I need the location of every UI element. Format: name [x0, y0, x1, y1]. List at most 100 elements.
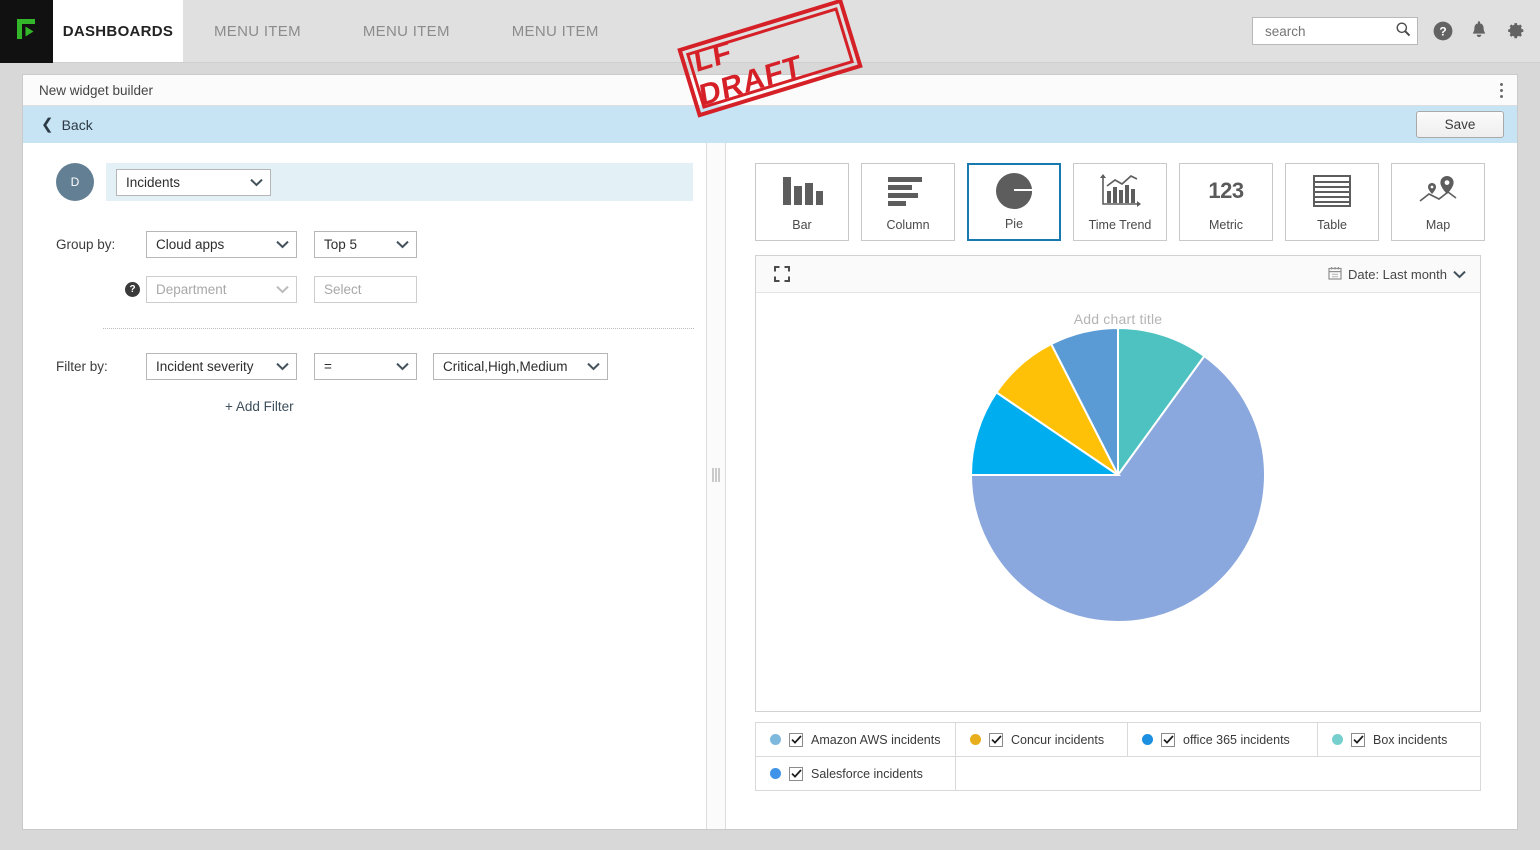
secondary-dimension-select[interactable]: Department [146, 276, 297, 303]
data-source-strip: Incidents [106, 163, 693, 201]
legend-row: Salesforce incidents [756, 757, 1480, 790]
legend-item-box[interactable]: Box incidents [1318, 723, 1480, 756]
table-icon [1312, 164, 1352, 218]
group-by-limit-select[interactable]: Top 5 [314, 231, 417, 258]
chart-type-column[interactable]: Column [861, 163, 955, 241]
pane-splitter[interactable] [706, 143, 726, 829]
column-chart-icon [885, 164, 931, 218]
expand-icon[interactable] [774, 266, 790, 282]
help-circle-icon[interactable]: ? [1432, 20, 1454, 42]
bar-chart-icon [779, 164, 825, 218]
legend-label: Amazon AWS incidents [811, 732, 941, 747]
tab-dashboards[interactable]: DASHBOARDS [53, 0, 183, 62]
search-box[interactable] [1252, 17, 1418, 45]
bell-icon[interactable] [1468, 20, 1490, 42]
pie-chart [756, 325, 1480, 625]
menu-item-2-label: MENU ITEM [362, 22, 450, 40]
menu-item-1[interactable]: MENU ITEM [183, 0, 332, 62]
group-by-field-value: Cloud apps [156, 237, 225, 252]
group-by-field-select[interactable]: Cloud apps [146, 231, 297, 258]
chart-type-column-label: Column [886, 218, 930, 232]
chart-type-pie-label: Pie [1004, 217, 1024, 231]
filter-operator-select[interactable]: = [314, 353, 417, 380]
chart-preview-card: Date: Last month Add chart title [755, 255, 1481, 712]
menu-item-3-label: MENU ITEM [511, 22, 599, 40]
legend-swatch [970, 734, 981, 745]
legend-item-office-365[interactable]: office 365 incidents [1128, 723, 1318, 756]
chart-type-time-trend-label: Time Trend [1088, 218, 1152, 232]
chart-type-bar[interactable]: Bar [755, 163, 849, 241]
group-by-label: Group by: [56, 237, 116, 252]
section-divider [103, 328, 694, 329]
pie-chart-svg[interactable] [968, 325, 1268, 625]
widget-builder-titlebar: New widget builder [23, 75, 1517, 106]
back-button[interactable]: ❮ Back [41, 117, 93, 133]
search-icon[interactable] [1395, 21, 1411, 42]
brand-logo-icon [14, 16, 40, 47]
legend-checkbox[interactable] [789, 766, 803, 781]
gear-icon[interactable] [1504, 20, 1526, 42]
builder-body: D Incidents Group by: Cloud apps Top 5 ?… [23, 143, 1517, 829]
chart-type-map[interactable]: Map [1391, 163, 1485, 241]
avatar: D [56, 163, 94, 201]
chevron-down-icon [1453, 267, 1466, 282]
tab-dashboards-label: DASHBOARDS [62, 22, 174, 40]
filter-value-select[interactable]: Critical,High,Medium [433, 353, 608, 380]
brand-logo[interactable] [0, 0, 53, 63]
avatar-letter: D [70, 175, 80, 189]
splitter-grip-icon[interactable] [712, 468, 720, 482]
filter-operator-value: = [324, 359, 332, 374]
chart-title-placeholder[interactable]: Add chart title [756, 293, 1480, 327]
legend-swatch [770, 734, 781, 745]
chart-type-metric[interactable]: 123 Metric [1179, 163, 1273, 241]
config-pane: D Incidents Group by: Cloud apps Top 5 ?… [23, 143, 706, 829]
chart-type-metric-label: Metric [1208, 218, 1244, 232]
data-source-select[interactable]: Incidents [116, 168, 271, 196]
time-trend-icon [1098, 164, 1142, 218]
chevron-down-icon [396, 359, 409, 374]
chart-type-selector: Bar Column Pie Time Trend 123 Metric Tab… [755, 163, 1485, 241]
more-vertical-icon[interactable] [1496, 79, 1507, 102]
legend-label: office 365 incidents [1183, 732, 1290, 747]
date-range-selector[interactable]: Date: Last month [1328, 266, 1466, 283]
legend-swatch [770, 768, 781, 779]
chart-type-pie[interactable]: Pie [967, 163, 1061, 241]
legend-swatch [1142, 734, 1153, 745]
chart-type-bar-label: Bar [792, 218, 812, 232]
group-by-row: Group by: Cloud apps Top 5 [56, 231, 706, 258]
save-button[interactable]: Save [1416, 111, 1504, 138]
menu-item-2[interactable]: MENU ITEM [332, 0, 481, 62]
data-source-value: Incidents [126, 174, 181, 190]
legend-item-concur[interactable]: Concur incidents [956, 723, 1128, 756]
search-input[interactable] [1263, 22, 1395, 40]
secondary-dimension-placeholder: Department [156, 282, 227, 297]
chevron-down-icon [250, 175, 263, 190]
top-navigation-bar: DASHBOARDS MENU ITEM MENU ITEM MENU ITEM… [0, 0, 1540, 63]
map-pin-icon [1417, 164, 1459, 218]
legend-label: Concur incidents [1011, 732, 1105, 747]
help-badge-icon[interactable]: ? [125, 282, 140, 297]
legend-checkbox[interactable] [1351, 732, 1365, 747]
add-filter-link[interactable]: + Add Filter [225, 399, 706, 414]
legend-item-salesforce[interactable]: Salesforce incidents [756, 757, 956, 790]
preview-pane: Bar Column Pie Time Trend 123 Metric Tab… [726, 143, 1517, 829]
chart-type-table[interactable]: Table [1285, 163, 1379, 241]
menu-item-1-label: MENU ITEM [214, 22, 301, 40]
calendar-icon [1328, 266, 1342, 283]
menu-item-3[interactable]: MENU ITEM [481, 0, 630, 62]
date-range-label: Date: Last month [1348, 266, 1447, 282]
save-button-label: Save [1444, 117, 1476, 132]
chart-type-time-trend[interactable]: Time Trend [1073, 163, 1167, 241]
secondary-dimension-value-input[interactable]: Select [314, 276, 417, 303]
filter-field-select[interactable]: Incident severity [146, 353, 297, 380]
legend-item-amazon-aws[interactable]: Amazon AWS incidents [756, 723, 956, 756]
legend-checkbox[interactable] [1161, 732, 1175, 747]
back-toolbar: ❮ Back Save [23, 106, 1517, 143]
secondary-dimension-row: ? Department Select [56, 276, 706, 303]
filter-by-label: Filter by: [56, 359, 108, 374]
chevron-left-icon: ❮ [41, 116, 54, 133]
filter-field-value: Incident severity [156, 359, 254, 374]
legend-checkbox[interactable] [989, 732, 1003, 747]
legend-checkbox[interactable] [789, 732, 803, 747]
chart-legend: Amazon AWS incidents Concur incidents of… [755, 722, 1481, 791]
